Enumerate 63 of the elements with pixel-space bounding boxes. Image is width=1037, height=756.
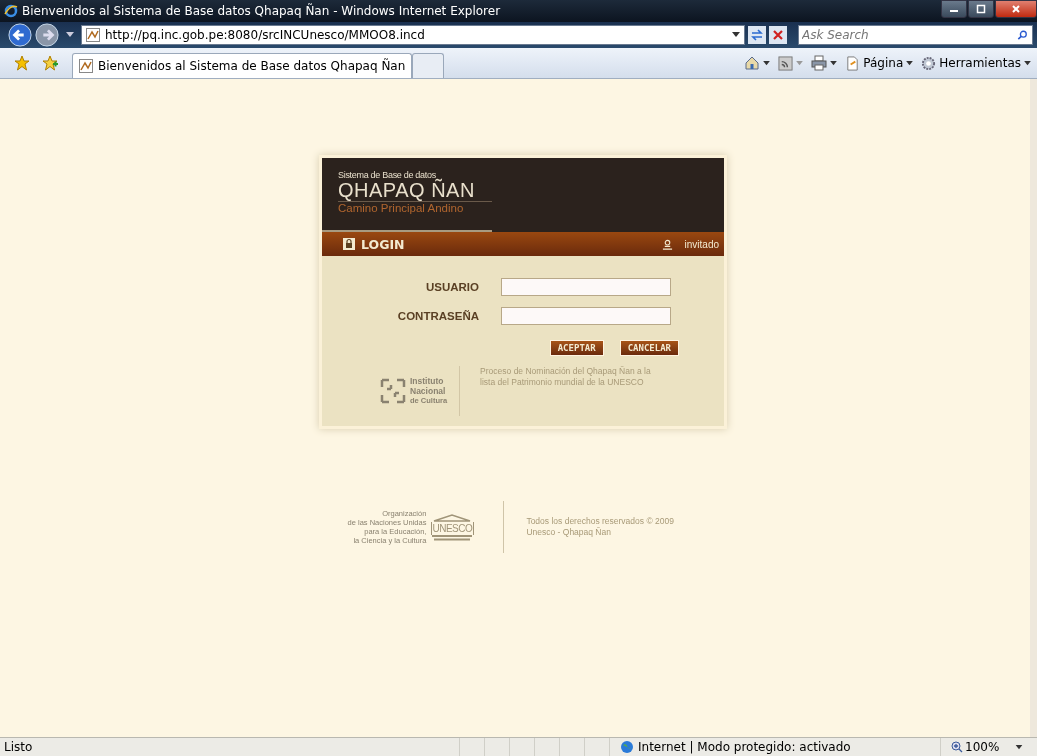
browser-tab[interactable]: Bienvenidos al Sistema de Base datos Qhapaq Ñan bbox=[72, 53, 413, 78]
caret-icon bbox=[1015, 744, 1024, 750]
scrollbar[interactable] bbox=[1030, 79, 1037, 737]
field-label: CONTRASEÑA bbox=[396, 310, 479, 322]
cancel-button[interactable]: CANCELAR bbox=[619, 340, 679, 356]
favorites-star-icon[interactable] bbox=[14, 55, 30, 71]
username-field[interactable] bbox=[501, 278, 671, 296]
caret-icon bbox=[830, 60, 838, 66]
institute-name-line: Nacional bbox=[410, 386, 447, 396]
page-icon bbox=[845, 55, 861, 71]
login-title: LOGIN bbox=[361, 236, 405, 252]
security-zone: Internet | Modo protegido: activado bbox=[609, 738, 940, 756]
caret-icon[interactable] bbox=[66, 32, 74, 38]
maximize-icon bbox=[976, 4, 986, 14]
password-field[interactable] bbox=[501, 307, 671, 325]
copyright-line: Unesco - Qhapaq Ñan bbox=[526, 527, 612, 538]
printer-icon bbox=[811, 55, 828, 71]
page-icon bbox=[79, 59, 93, 73]
home-button[interactable] bbox=[744, 55, 771, 71]
lock-icon bbox=[343, 238, 355, 250]
address-field[interactable]: http://pq.inc.gob.pe:8080/srcINCUnesco/MMOO8.incd bbox=[81, 25, 745, 45]
window-title: Bienvenidos al Sistema de Base datos Qhapaq Ñan - Windows Internet Explorer bbox=[22, 4, 501, 18]
stop-button[interactable] bbox=[769, 26, 787, 44]
add-favorite-icon[interactable] bbox=[42, 55, 58, 71]
accept-button[interactable]: ACEPTAR bbox=[549, 340, 604, 356]
feeds-button[interactable] bbox=[778, 55, 804, 71]
close-icon bbox=[1011, 4, 1021, 14]
status-text: Listo bbox=[3, 740, 34, 754]
maximize-button[interactable] bbox=[968, 0, 994, 18]
tools-menu[interactable]: Herramientas bbox=[921, 55, 1031, 71]
field-label: USUARIO bbox=[424, 281, 479, 293]
caret-icon bbox=[906, 60, 914, 66]
steps-icon bbox=[432, 534, 473, 541]
forward-button[interactable] bbox=[35, 23, 59, 47]
unesco-logo: UNESCO bbox=[431, 513, 474, 541]
back-button[interactable] bbox=[8, 23, 32, 47]
print-button[interactable] bbox=[811, 55, 838, 71]
refresh-button[interactable] bbox=[748, 26, 766, 44]
copyright-line: Todos los derechos reservados © 2009 bbox=[526, 516, 675, 527]
home-icon bbox=[744, 55, 761, 71]
browser-logo-icon bbox=[4, 4, 18, 18]
page-icon bbox=[86, 28, 100, 42]
caret-icon bbox=[763, 60, 771, 66]
minimize-button[interactable] bbox=[941, 0, 967, 18]
nomination-note: Proceso de Nominación del Qhapaq Ñan a la lista del Patrimonio mundial de la UNESCO bbox=[479, 366, 652, 389]
institute-name-line: Instituto bbox=[410, 376, 445, 386]
feed-icon bbox=[778, 55, 794, 71]
zoom-icon bbox=[951, 741, 963, 753]
roof-icon bbox=[432, 513, 473, 522]
zoom-control[interactable]: 100% bbox=[940, 738, 1037, 756]
page-menu[interactable]: Página bbox=[845, 55, 914, 71]
user-name: invitado bbox=[684, 238, 719, 250]
brand-caption: Sistema de Base de datos bbox=[338, 170, 437, 180]
close-button[interactable] bbox=[995, 0, 1037, 18]
brand-subtitle: Camino Principal Andino bbox=[338, 201, 492, 214]
brand-title: QHAPAQ ÑAN bbox=[338, 180, 476, 200]
institute-logo-icon bbox=[379, 377, 407, 405]
globe-icon bbox=[620, 740, 634, 754]
caret-icon bbox=[796, 60, 804, 66]
gear-icon bbox=[921, 55, 937, 71]
dropdown-icon[interactable] bbox=[732, 32, 740, 38]
user-icon bbox=[661, 238, 673, 250]
caret-icon bbox=[1024, 60, 1031, 66]
